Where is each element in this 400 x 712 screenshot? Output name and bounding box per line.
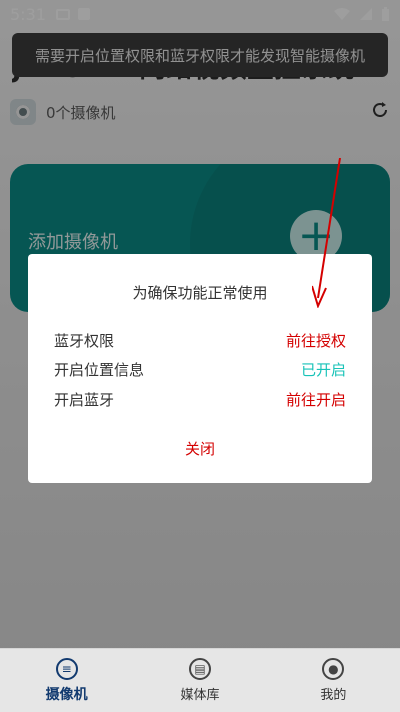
perm-name: 蓝牙权限	[54, 331, 115, 350]
go-enable-button[interactable]: 前往开启	[286, 389, 346, 410]
nav-media-library[interactable]: ▤ 媒体库	[133, 649, 266, 712]
bluetooth-permission-row: 蓝牙权限 前往授权	[54, 328, 346, 352]
user-icon: ●	[322, 658, 345, 680]
folder-icon: ▤	[188, 658, 211, 680]
nav-me[interactable]: ● 我的	[267, 649, 400, 712]
nav-label: 摄像机	[45, 686, 88, 703]
close-button[interactable]: 关闭	[28, 438, 372, 459]
nav-label: 我的	[320, 688, 347, 703]
bluetooth-enable-row: 开启蓝牙 前往开启	[54, 387, 346, 411]
go-authorize-button[interactable]: 前往授权	[286, 330, 346, 351]
bottom-nav: ≡ 摄像机 ▤ 媒体库 ● 我的	[0, 648, 400, 712]
location-enabled-status: 已开启	[300, 360, 346, 379]
annotation-arrow-icon	[312, 158, 341, 308]
nav-cameras[interactable]: ≡ 摄像机	[0, 649, 133, 712]
location-row: 开启位置信息 已开启	[54, 357, 346, 381]
app-root: 5:31 JXLCAM 网络视频监控系统 0个摄像机 添加摄像机 + 需要开启位…	[0, 0, 400, 712]
nav-label: 媒体库	[180, 688, 220, 703]
list-icon: ≡	[55, 657, 78, 680]
perm-name: 开启位置信息	[54, 360, 145, 379]
perm-name: 开启蓝牙	[54, 390, 115, 409]
